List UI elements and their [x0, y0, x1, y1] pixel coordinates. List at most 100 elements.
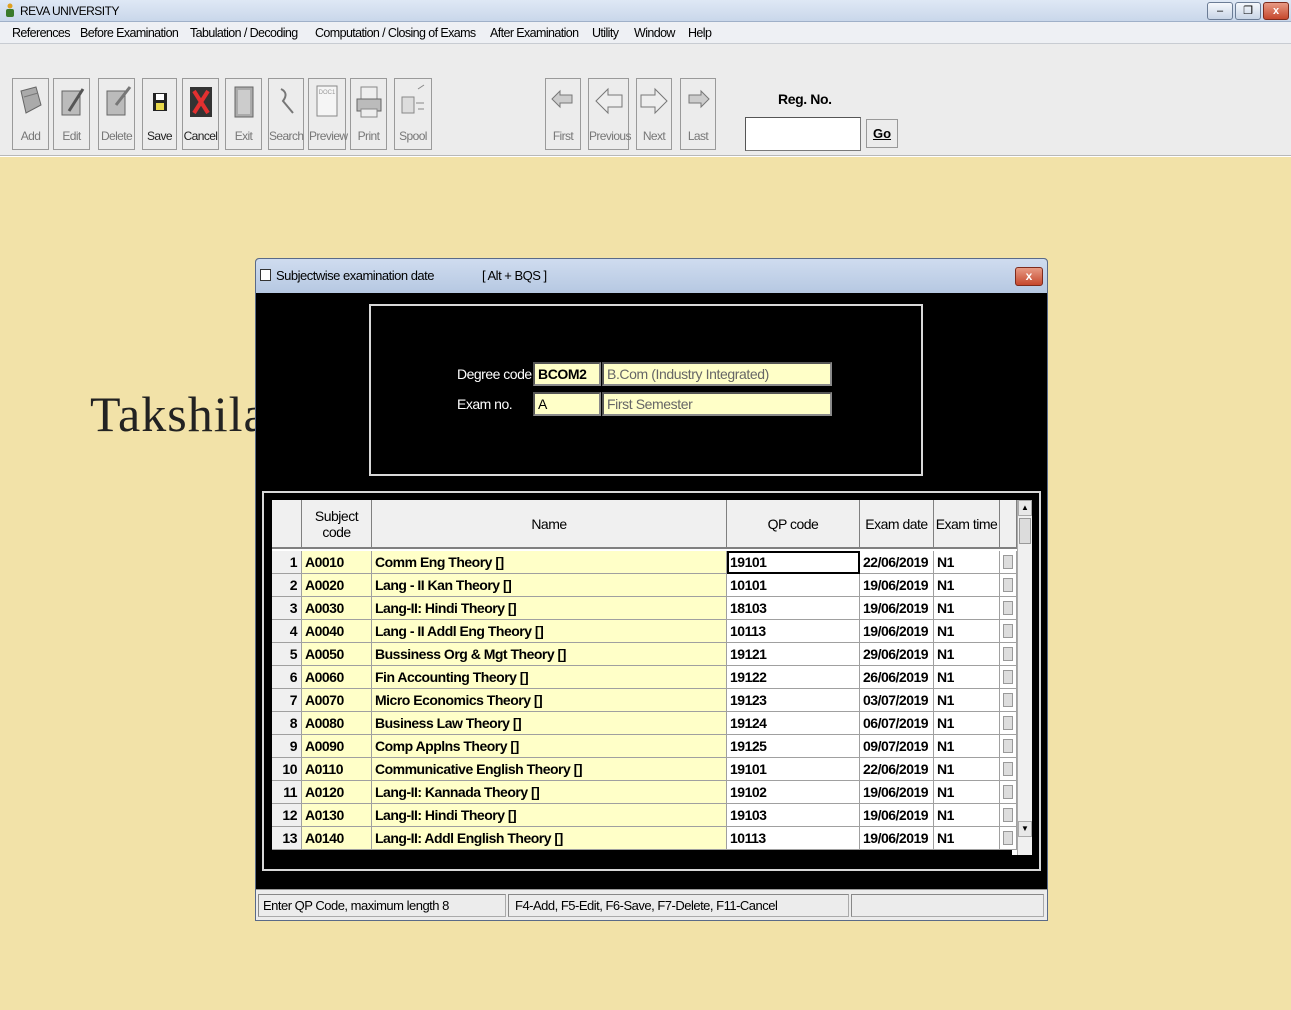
cell-qp[interactable]: 19101: [727, 551, 860, 574]
last-button[interactable]: Last: [680, 78, 716, 150]
cell-name[interactable]: Fin Accounting Theory []: [372, 666, 727, 689]
cell-time[interactable]: N1: [934, 689, 1000, 712]
row-check-box[interactable]: [1000, 781, 1017, 804]
col-header-exam-date[interactable]: Exam date: [860, 500, 934, 549]
table-row[interactable]: 7 A0070 Micro Economics Theory [] 19123 03/0…: [272, 689, 1017, 712]
cell-date[interactable]: 19/06/2019: [860, 827, 934, 850]
cell-date[interactable]: 19/06/2019: [860, 597, 934, 620]
table-row[interactable]: 2 A0020 Lang - II Kan Theory [] 10101 19/06/…: [272, 574, 1017, 597]
cell-time[interactable]: N1: [934, 620, 1000, 643]
cell-code[interactable]: A0010: [302, 551, 372, 574]
col-header-name[interactable]: Name: [372, 500, 727, 549]
close-app-button[interactable]: x: [1263, 2, 1289, 20]
cell-time[interactable]: N1: [934, 827, 1000, 850]
previous-button[interactable]: Previous: [588, 78, 631, 150]
cell-code[interactable]: A0020: [302, 574, 372, 597]
go-button[interactable]: Go: [866, 119, 898, 148]
cell-date[interactable]: 26/06/2019: [860, 666, 934, 689]
cell-qp[interactable]: 19102: [727, 781, 860, 804]
cell-code[interactable]: A0110: [302, 758, 372, 781]
grid-vertical-scrollbar[interactable]: ▲ ▼: [1017, 500, 1032, 855]
save-button[interactable]: Save: [142, 78, 177, 150]
row-check-box[interactable]: [1000, 620, 1017, 643]
cell-qp[interactable]: 10101: [727, 574, 860, 597]
cell-qp[interactable]: 19103: [727, 804, 860, 827]
degree-code-field[interactable]: BCOM2: [533, 362, 601, 386]
cell-name[interactable]: Lang-II: Addl English Theory []: [372, 827, 727, 850]
row-check-box[interactable]: [1000, 712, 1017, 735]
col-header-exam-time[interactable]: Exam time: [934, 500, 1000, 549]
cell-time[interactable]: N1: [934, 712, 1000, 735]
cell-name[interactable]: Lang-II: Kannada Theory []: [372, 781, 727, 804]
cell-date[interactable]: 03/07/2019: [860, 689, 934, 712]
menu-tabulation-decoding[interactable]: Tabulation / Decoding: [190, 26, 298, 40]
next-button[interactable]: Next: [636, 78, 672, 150]
cell-name[interactable]: Lang-II: Hindi Theory []: [372, 597, 727, 620]
table-row[interactable]: 1 A0010 Comm Eng Theory [] 19101 22/06/2019 N…: [272, 551, 1017, 574]
cell-time[interactable]: N1: [934, 781, 1000, 804]
cell-qp[interactable]: 10113: [727, 620, 860, 643]
spool-button[interactable]: Spool: [394, 78, 432, 150]
cell-qp[interactable]: 19122: [727, 666, 860, 689]
cell-date[interactable]: 19/06/2019: [860, 781, 934, 804]
cell-time[interactable]: N1: [934, 666, 1000, 689]
row-check-box[interactable]: [1000, 827, 1017, 850]
cell-date[interactable]: 09/07/2019: [860, 735, 934, 758]
row-check-box[interactable]: [1000, 597, 1017, 620]
cell-qp[interactable]: 19101: [727, 758, 860, 781]
cell-code[interactable]: A0090: [302, 735, 372, 758]
search-button[interactable]: Search: [268, 78, 304, 150]
cell-code[interactable]: A0040: [302, 620, 372, 643]
cell-time[interactable]: N1: [934, 735, 1000, 758]
cell-name[interactable]: Business Law Theory []: [372, 712, 727, 735]
scroll-thumb[interactable]: [1019, 518, 1031, 544]
cell-date[interactable]: 22/06/2019: [860, 758, 934, 781]
row-check-box[interactable]: [1000, 666, 1017, 689]
cell-name[interactable]: Lang - II Kan Theory []: [372, 574, 727, 597]
delete-button[interactable]: Delete: [98, 78, 135, 150]
table-row[interactable]: 8 A0080 Business Law Theory [] 19124 06/07/2…: [272, 712, 1017, 735]
cell-date[interactable]: 06/07/2019: [860, 712, 934, 735]
cell-qp[interactable]: 19121: [727, 643, 860, 666]
cell-name[interactable]: Comm Eng Theory []: [372, 551, 727, 574]
col-header-subject-code[interactable]: Subject code: [302, 500, 372, 549]
add-button[interactable]: Add: [12, 78, 49, 150]
cell-code[interactable]: A0050: [302, 643, 372, 666]
cell-qp[interactable]: 10113: [727, 827, 860, 850]
cell-qp[interactable]: 19125: [727, 735, 860, 758]
table-row[interactable]: 12 A0130 Lang-II: Hindi Theory [] 19103 19/0…: [272, 804, 1017, 827]
cell-code[interactable]: A0080: [302, 712, 372, 735]
cell-code[interactable]: A0030: [302, 597, 372, 620]
cell-qp[interactable]: 19123: [727, 689, 860, 712]
menu-window[interactable]: Window: [634, 26, 675, 40]
cell-date[interactable]: 22/06/2019: [860, 551, 934, 574]
row-check-box[interactable]: [1000, 574, 1017, 597]
row-check-box[interactable]: [1000, 758, 1017, 781]
exit-button[interactable]: Exit: [225, 78, 262, 150]
cell-code[interactable]: A0130: [302, 804, 372, 827]
edit-button[interactable]: Edit: [53, 78, 90, 150]
print-button[interactable]: Print: [350, 78, 387, 150]
cell-code[interactable]: A0140: [302, 827, 372, 850]
table-row[interactable]: 3 A0030 Lang-II: Hindi Theory [] 18103 19/06…: [272, 597, 1017, 620]
cell-code[interactable]: A0070: [302, 689, 372, 712]
cell-time[interactable]: N1: [934, 643, 1000, 666]
cell-name[interactable]: Lang-II: Hindi Theory []: [372, 804, 727, 827]
reg-no-input[interactable]: [745, 117, 861, 151]
dialog-close-button[interactable]: x: [1015, 267, 1043, 286]
table-row[interactable]: 5 A0050 Bussiness Org & Mgt Theory [] 19121…: [272, 643, 1017, 666]
menu-computation[interactable]: Computation / Closing of Exams: [315, 26, 476, 40]
cell-time[interactable]: N1: [934, 804, 1000, 827]
restore-button[interactable]: ❐: [1235, 2, 1261, 20]
cell-date[interactable]: 19/06/2019: [860, 804, 934, 827]
table-row[interactable]: 6 A0060 Fin Accounting Theory [] 19122 26/06…: [272, 666, 1017, 689]
cell-name[interactable]: Communicative English Theory []: [372, 758, 727, 781]
row-check-box[interactable]: [1000, 643, 1017, 666]
scroll-down-arrow-icon[interactable]: ▼: [1018, 821, 1032, 837]
menu-references[interactable]: References: [12, 26, 71, 40]
cell-time[interactable]: N1: [934, 597, 1000, 620]
row-check-box[interactable]: [1000, 551, 1017, 574]
table-row[interactable]: 11 A0120 Lang-II: Kannada Theory [] 19102 19…: [272, 781, 1017, 804]
first-button[interactable]: First: [545, 78, 581, 150]
col-header-qp-code[interactable]: QP code: [727, 500, 860, 549]
